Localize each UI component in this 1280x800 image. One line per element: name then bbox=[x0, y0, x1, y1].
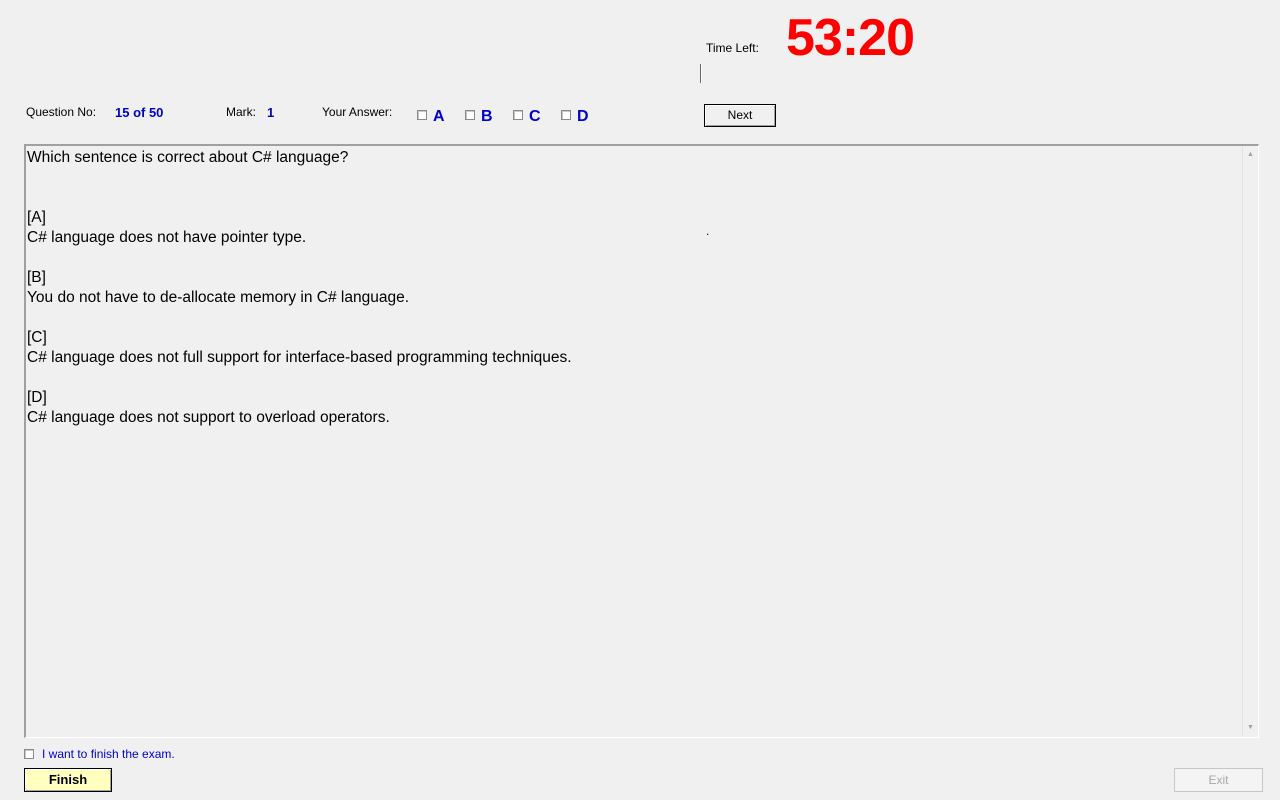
answer-checkbox-c[interactable] bbox=[513, 110, 523, 120]
answer-option-b[interactable]: B bbox=[465, 106, 493, 125]
countdown-timer: 53:20 bbox=[786, 9, 915, 67]
answer-letter-a: A bbox=[433, 108, 445, 125]
vertical-scrollbar[interactable]: ▲ ▼ bbox=[1242, 146, 1258, 737]
option-tag-b: [B] bbox=[27, 269, 46, 286]
option-text-b: You do not have to de-allocate memory in… bbox=[27, 289, 410, 306]
answer-option-c[interactable]: C bbox=[513, 106, 541, 125]
finish-exam-checkbox[interactable] bbox=[24, 749, 34, 759]
finish-exam-checkbox-row[interactable]: I want to finish the exam. bbox=[24, 747, 175, 761]
finish-button[interactable]: Finish bbox=[24, 768, 112, 792]
scroll-down-arrow-icon[interactable]: ▼ bbox=[1243, 721, 1258, 735]
question-no-value: 15 of 50 bbox=[115, 105, 164, 120]
next-button[interactable]: Next bbox=[704, 104, 776, 127]
option-text-a: C# language does not have pointer type. bbox=[27, 229, 307, 246]
answer-letter-b: B bbox=[481, 108, 493, 125]
answer-letter-d: D bbox=[577, 108, 589, 125]
mark-label: Mark: bbox=[226, 105, 256, 119]
question-content: Which sentence is correct about C# langu… bbox=[27, 148, 1242, 737]
exit-button[interactable]: Exit bbox=[1174, 768, 1263, 792]
answer-checkbox-d[interactable] bbox=[561, 110, 571, 120]
option-tag-c: [C] bbox=[27, 329, 47, 346]
text-cursor bbox=[700, 64, 702, 83]
answer-checkbox-a[interactable] bbox=[417, 110, 427, 120]
finish-exam-label[interactable]: I want to finish the exam. bbox=[42, 747, 175, 761]
question-text: Which sentence is correct about C# langu… bbox=[27, 149, 349, 166]
option-tag-a: [A] bbox=[27, 209, 46, 226]
answer-option-a[interactable]: A bbox=[417, 106, 445, 125]
answer-option-d[interactable]: D bbox=[561, 106, 589, 125]
stray-mark: . bbox=[706, 224, 710, 238]
question-text-box[interactable]: Which sentence is correct about C# langu… bbox=[24, 144, 1259, 738]
mark-value: 1 bbox=[267, 105, 275, 120]
scroll-up-arrow-icon[interactable]: ▲ bbox=[1243, 148, 1258, 162]
option-tag-d: [D] bbox=[27, 389, 47, 406]
time-left-label: Time Left: bbox=[706, 41, 759, 55]
option-text-c: C# language does not full support for in… bbox=[27, 349, 572, 366]
answer-checkbox-b[interactable] bbox=[465, 110, 475, 120]
question-no-label: Question No: bbox=[26, 105, 97, 119]
your-answer-label: Your Answer: bbox=[322, 105, 393, 119]
option-text-d: C# language does not support to overload… bbox=[27, 409, 390, 426]
answer-letter-c: C bbox=[529, 108, 541, 125]
